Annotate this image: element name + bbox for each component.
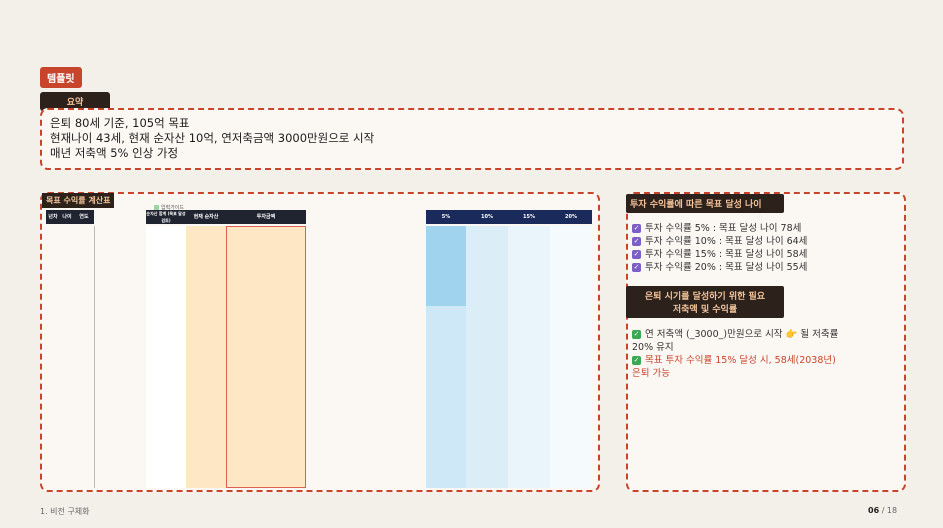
check-icon: ✓ <box>632 356 641 365</box>
col-20-fill <box>550 226 592 488</box>
page-current: 06 <box>868 506 880 515</box>
check-icon: ✓ <box>632 237 641 246</box>
left-cols <box>46 226 95 488</box>
right-pill-2: 은퇴 시기를 달성하기 위한 필요 저축액 및 수익률 <box>626 286 784 318</box>
summary-line-2: 현재나이 43세, 현재 순자산 10억, 연저축금액 3000만원으로 시작 <box>50 131 375 145</box>
rate-label: 투자 수익률 20% : 목표 달성 나이 55세 <box>645 262 808 273</box>
note2-b: 은퇴 가능 <box>632 368 670 379</box>
note1-a: 연 저축액 (_3000_)만원으로 시작 👉 될 저축률 <box>645 329 839 340</box>
networth-col <box>146 226 186 488</box>
page-total: / 18 <box>881 506 898 515</box>
check-icon: ✓ <box>632 263 641 272</box>
rate-item-4: ✓ 투자 수익률 20% : 목표 달성 나이 55세 <box>632 259 807 273</box>
pill2-line1: 은퇴 시기를 달성하기 위한 필요 <box>644 292 766 302</box>
col-10-fill <box>466 226 508 488</box>
th-current-networth: 현재 순자산 <box>186 210 226 224</box>
footer-page: 06 / 18 <box>868 506 897 515</box>
th-networth-total: 순자산 합계 (목표 달성 검토) <box>146 210 186 224</box>
th-age: 나이 <box>60 210 74 224</box>
table-title: 목표 수익률 계산표 <box>42 193 115 208</box>
current-networth-col <box>186 226 226 488</box>
investment-col <box>226 226 306 488</box>
check-icon: ✓ <box>632 224 641 233</box>
col-5-highlight <box>426 226 466 306</box>
summary-box: 은퇴 80세 기준, 105억 목표 현재나이 43세, 현재 순자산 10억,… <box>40 108 904 170</box>
th-year: 연도 <box>74 210 94 224</box>
note1-b: 20% 유지 <box>632 342 674 353</box>
note-1: ✓ 연 저축액 (_3000_)만원으로 시작 👉 될 저축률 20% 유지 <box>632 328 894 354</box>
rate-item-3: ✓ 투자 수익률 15% : 목표 달성 나이 58세 <box>632 246 807 260</box>
summary-line-1: 은퇴 80세 기준, 105억 목표 <box>50 116 190 130</box>
note2-a: 목표 투자 수익률 15% 달성 시, 58세(2038년) <box>645 355 836 366</box>
rate-item-1: ✓ 투자 수익률 5% : 목표 달성 나이 78세 <box>632 220 801 234</box>
th-20: 20% <box>550 210 592 224</box>
note-2: ✓ 목표 투자 수익률 15% 달성 시, 58세(2038년) 은퇴 가능 <box>632 354 894 380</box>
col-15-fill <box>508 226 550 488</box>
th-investment: 투자금액 <box>226 210 306 224</box>
check-icon: ✓ <box>632 250 641 259</box>
rate-item-2: ✓ 투자 수익률 10% : 목표 달성 나이 64세 <box>632 233 807 247</box>
th-15: 15% <box>508 210 550 224</box>
th-year-idx: 년차 <box>46 210 60 224</box>
footer-section: 1. 비전 구체화 <box>40 507 90 516</box>
th-10: 10% <box>466 210 508 224</box>
th-5: 5% <box>426 210 466 224</box>
template-tag: 템플릿 <box>40 67 82 88</box>
pill2-line2: 저축액 및 수익률 <box>672 305 738 315</box>
right-pill-1: 투자 수익률에 따른 목표 달성 나이 <box>626 194 784 213</box>
check-icon: ✓ <box>632 330 641 339</box>
summary-line-3: 매년 저축액 5% 인상 가정 <box>50 146 179 160</box>
